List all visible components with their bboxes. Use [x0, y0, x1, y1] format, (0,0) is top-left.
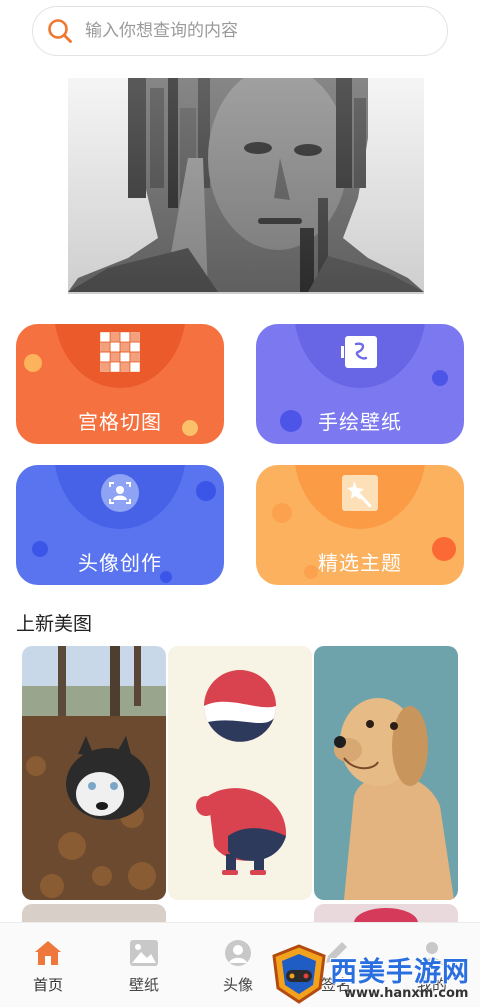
grid-icon: [98, 330, 142, 374]
tab-label: 壁纸: [128, 976, 159, 994]
decor-dot: [432, 537, 456, 561]
search-icon: [48, 19, 72, 43]
search-bar[interactable]: [32, 6, 448, 56]
watermark-text: 西美手游网: [330, 957, 470, 988]
pepsi-art-image: [168, 646, 312, 900]
tab-avatar[interactable]: 头像: [198, 937, 278, 995]
photo-pepsi-art[interactable]: [168, 646, 312, 900]
portrait-icon: [101, 474, 139, 512]
feature-card-grid-cut[interactable]: 宫格切图: [16, 324, 224, 444]
photo-husky[interactable]: [22, 646, 166, 900]
avatar-icon: [225, 940, 251, 966]
magic-wand-icon: [342, 475, 378, 511]
dog-image: [314, 646, 458, 900]
decor-dot: [160, 571, 172, 583]
decor-dot: [272, 503, 292, 523]
decor-dot: [182, 420, 198, 436]
image-icon: [130, 940, 158, 966]
husky-image: [22, 646, 166, 900]
home-icon: [35, 941, 61, 965]
watermark-logo: [272, 944, 326, 1004]
section-title: 上新美图: [16, 613, 93, 635]
banner-image[interactable]: [68, 78, 424, 294]
decor-dot: [24, 354, 42, 372]
banner-artwork: [68, 78, 424, 294]
decor-dot: [196, 481, 216, 501]
tab-label: 头像: [222, 976, 253, 994]
tab-label: 首页: [32, 976, 63, 994]
decor-dot: [32, 541, 48, 557]
feature-card-featured-themes[interactable]: 精选主题: [256, 465, 464, 585]
watermark-url: www.hanxm.com: [344, 986, 469, 1001]
feature-card-hand-drawn[interactable]: 手绘壁纸: [256, 324, 464, 444]
tab-home[interactable]: 首页: [8, 937, 88, 995]
decor-dot: [280, 410, 302, 432]
feature-card-avatar-create[interactable]: 头像创作: [16, 465, 224, 585]
search-input[interactable]: [85, 21, 405, 41]
drawing-icon: [341, 336, 377, 368]
decor-dot: [304, 565, 318, 579]
photo-golden-retriever[interactable]: [314, 646, 458, 900]
decor-dot: [432, 370, 448, 386]
tab-wallpaper[interactable]: 壁纸: [104, 937, 184, 995]
watermark: 西美手游网 www.hanxm.com: [268, 944, 480, 1007]
